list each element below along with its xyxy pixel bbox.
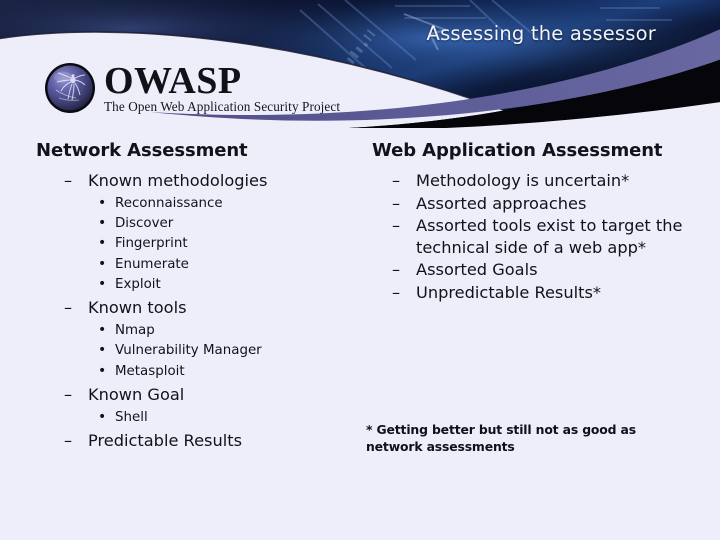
bullet-item-level1: – Known tools <box>64 297 356 319</box>
bullet-item-level2: • Nmap <box>98 321 356 341</box>
dot-marker-icon: • <box>98 321 107 338</box>
footnote: * Getting better but still not as good a… <box>366 422 636 454</box>
bullet-label: Known tools <box>88 298 187 318</box>
bullet-label: Exploit <box>115 277 161 293</box>
dash-marker-icon: – <box>392 216 401 236</box>
dash-marker-icon: – <box>64 385 73 405</box>
owasp-logo-text: OWASP The Open Web Application Security … <box>104 59 341 114</box>
bullet-label: Enumerate <box>115 256 189 272</box>
bullet-item-level1: – Unpredictable Results* <box>392 282 696 304</box>
page-title: Assessing the assessor <box>426 22 656 45</box>
bullet-label: Metasploit <box>115 363 185 379</box>
dash-marker-icon: – <box>392 193 401 213</box>
column-network-assessment: Network Assessment – Known methodologies •… <box>36 128 356 453</box>
bullet-item-level2: • Exploit <box>98 275 356 295</box>
column-heading-left: Network Assessment <box>36 140 248 161</box>
bullet-item-level2: • Discover <box>98 214 356 234</box>
owasp-spider-globe-icon <box>42 60 98 116</box>
web-application-assessment-list: – Methodology is uncertain* – Assorted appr… <box>366 170 696 303</box>
dot-marker-icon: • <box>98 194 107 211</box>
bullet-item-level1: – Predictable Results <box>64 430 356 452</box>
bullet-item-level1: – Known methodologies <box>64 170 356 192</box>
dash-marker-icon: – <box>392 282 401 302</box>
bullet-label: Known methodologies <box>88 171 268 190</box>
bullet-item-level1: – Known Goal <box>64 384 356 406</box>
bullet-label: Assorted approaches <box>416 193 587 213</box>
bullet-label: Assorted tools exist to target the techn… <box>416 216 683 257</box>
network-assessment-list: – Known methodologies • Reconnaissance • Disc… <box>36 170 356 452</box>
slide: Assessing the assessor OWASP The Open We… <box>0 0 720 540</box>
bullet-item-level2: • Reconnaissance <box>98 194 356 214</box>
dot-marker-icon: • <box>98 276 107 293</box>
bullet-item-level2: • Fingerprint <box>98 234 356 254</box>
dot-marker-icon: • <box>98 255 107 272</box>
bullet-label: Shell <box>115 409 148 425</box>
dash-marker-icon: – <box>392 260 401 280</box>
bullet-label: Unpredictable Results* <box>416 282 602 302</box>
bullet-item-level2: • Metasploit <box>98 362 356 382</box>
dash-marker-icon: – <box>64 171 73 190</box>
bullet-label: Known Goal <box>88 385 185 405</box>
owasp-wordmark: OWASP <box>104 59 242 102</box>
column-web-application-assessment: Web Application Assessment – Methodology … <box>366 128 696 304</box>
bullet-label: Assorted Goals <box>416 260 538 280</box>
dash-marker-icon: – <box>392 171 401 190</box>
owasp-logo: OWASP The Open Web Application Security … <box>42 60 340 116</box>
dot-marker-icon: • <box>98 235 107 252</box>
dash-marker-icon: – <box>64 431 73 451</box>
owasp-tagline: The Open Web Application Security Projec… <box>104 98 341 114</box>
bullet-label: Reconnaissance <box>115 195 223 211</box>
bullet-item-level1: – Methodology is uncertain* <box>392 170 696 192</box>
bullet-sublist: • Reconnaissance • Discover • Fingerprint • Enu… <box>64 194 356 296</box>
bullet-label: Nmap <box>115 322 155 338</box>
bullet-label: Fingerprint <box>115 236 188 252</box>
slide-body: Network Assessment – Known methodologies •… <box>0 128 720 540</box>
bullet-item-level2: • Vulnerability Manager <box>98 341 356 361</box>
bullet-item-level1: – Assorted tools exist to target the tech… <box>392 215 696 258</box>
bullet-item-level2: • Enumerate <box>98 255 356 275</box>
bullet-label: Discover <box>115 215 174 231</box>
column-heading-right: Web Application Assessment <box>372 140 663 161</box>
dash-marker-icon: – <box>64 298 73 318</box>
bullet-item-level1: – Assorted approaches <box>392 193 696 215</box>
bullet-item-level2: • Shell <box>98 408 356 428</box>
bullet-label: Predictable Results <box>88 431 243 451</box>
dot-marker-icon: • <box>98 362 107 379</box>
bullet-label: Methodology is uncertain* <box>416 171 630 190</box>
dot-marker-icon: • <box>98 342 107 359</box>
dot-marker-icon: • <box>98 408 107 425</box>
bullet-sublist: • Nmap • Vulnerability Manager • Metasploit <box>64 321 356 382</box>
dot-marker-icon: • <box>98 214 107 231</box>
bullet-sublist: • Shell <box>64 408 356 428</box>
bullet-label: Vulnerability Manager <box>115 343 262 359</box>
bullet-item-level1: – Assorted Goals <box>392 259 696 281</box>
